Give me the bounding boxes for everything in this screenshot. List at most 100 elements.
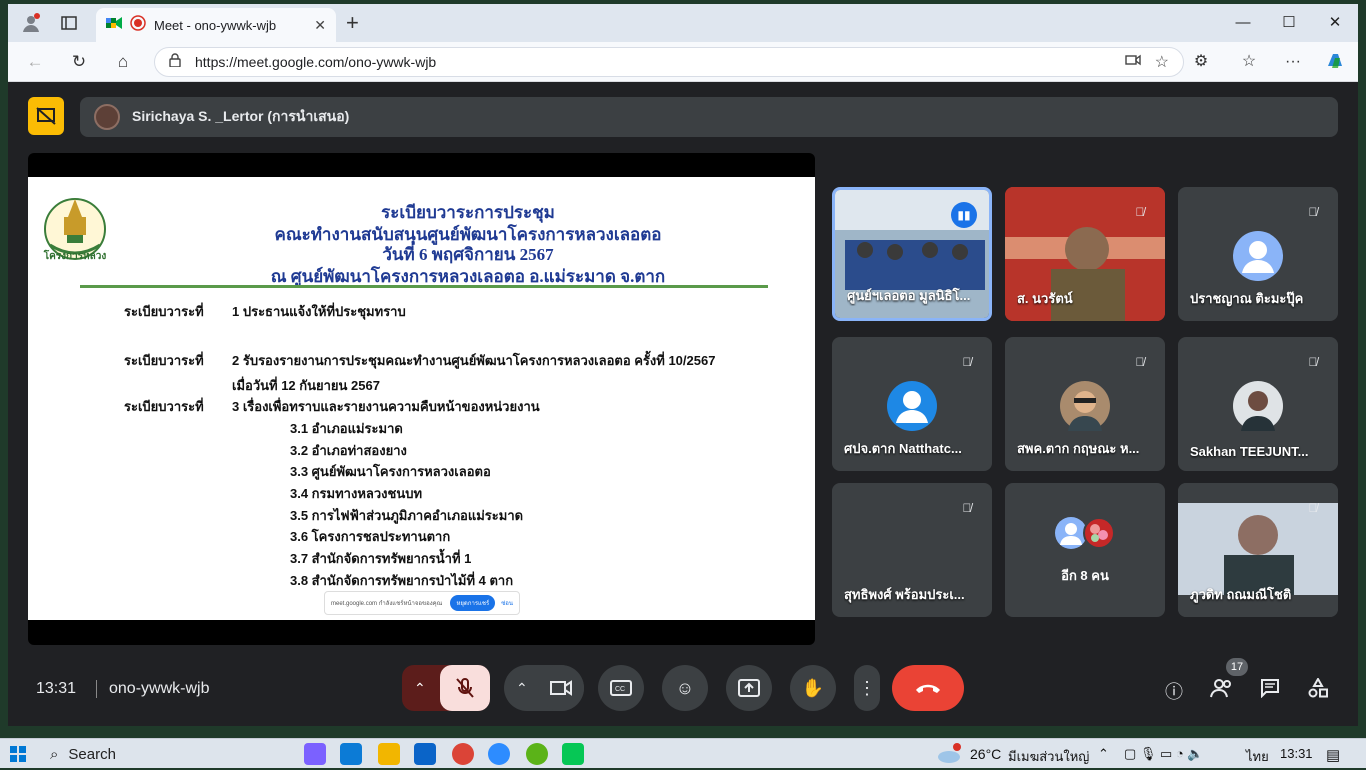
weather-icon — [936, 743, 962, 765]
extensions-icon[interactable]: ⚙ — [1188, 50, 1214, 74]
agenda-text-1: 1 ประธานแจ้งให้ที่ประชุมทราบ — [232, 304, 406, 319]
mic-off-icon: 🎙̸ — [1135, 355, 1145, 369]
participant-name: ศปจ.ตาก Natthatc... — [844, 441, 962, 456]
chat-icon[interactable] — [1256, 678, 1284, 706]
back-button[interactable]: ← — [22, 50, 48, 74]
participant-tile[interactable]: 🎙̸ สพค.ตาก กฤษณะ ห... — [1005, 337, 1165, 471]
participant-name: Sakhan TEEJUNT... — [1190, 444, 1309, 459]
browser-window: Meet - ono-ywwk-wjb ✕ + — ☐ ✕ ← ↻ ⌂ http… — [8, 4, 1358, 726]
more-participants-label: อีก 8 คน — [1061, 568, 1109, 583]
participant-name: สพค.ตาก กฤษณะ ห... — [1017, 441, 1140, 456]
camera-icon — [550, 680, 572, 696]
mic-toggle-button[interactable] — [440, 665, 490, 711]
people-icon[interactable] — [1208, 678, 1236, 706]
recording-icon — [130, 14, 146, 36]
windows-start-icon[interactable] — [10, 746, 26, 767]
participant-tile[interactable]: 🎙̸ สุทธิพงศ์ พร้อมประเ... — [832, 483, 992, 617]
copilot-icon[interactable] — [1322, 50, 1348, 74]
raise-hand-button[interactable]: ✋ — [790, 665, 836, 711]
participant-tile[interactable]: ▮▮ ศูนย์ฯเลอตอ มูลนิธิโ... — [832, 187, 992, 321]
tab-close-icon[interactable]: ✕ — [314, 17, 326, 34]
tray-chevron-icon[interactable]: ⌃ — [1098, 746, 1109, 762]
presentation-slide: โครงการหลวง ระเบียบวาระการประชุม คณะทำงา… — [28, 177, 815, 620]
participant-tile[interactable]: 🎙̸ ส. นวรัตน์ — [1005, 187, 1165, 321]
url-field[interactable]: https://meet.google.com/ono-ywwk-wjb ☆ — [154, 47, 1184, 77]
participant-tile[interactable]: 🎙̸ ภูวดิท ถณมณีโชติ — [1178, 483, 1338, 617]
more-participants-tile[interactable]: อีก 8 คน — [1005, 483, 1165, 617]
mic-options-chevron-icon[interactable]: ⌃ — [414, 680, 426, 697]
tab-actions-icon[interactable] — [58, 12, 80, 34]
participant-tile[interactable]: 🎙̸ ศปจ.ตาก Natthatc... — [832, 337, 992, 471]
meeting-info-icon[interactable]: ⓘ — [1160, 678, 1188, 706]
notice-stop-button[interactable]: หยุดการแชร์ — [450, 595, 496, 611]
logo-text: โครงการหลวง — [43, 251, 107, 262]
home-button[interactable]: ⌂ — [110, 50, 136, 74]
agenda-text-3: 3 เรื่องเพื่อทราบและรายงานความคืบหน้าของ… — [232, 399, 540, 414]
captions-button[interactable]: CC — [598, 665, 644, 711]
participant-tile[interactable]: 🎙̸ Sakhan TEEJUNT... — [1178, 337, 1338, 471]
presentation-view: โครงการหลวง ระเบียบวาระการประชุม คณะทำงา… — [28, 153, 815, 645]
share-notice: meet.google.com กำลังแชร์หน้าจอของคุณ หย… — [324, 591, 520, 615]
participant-name: สุทธิพงศ์ พร้อมประเ... — [844, 587, 965, 602]
copilot-app-icon[interactable] — [304, 743, 326, 765]
file-explorer-icon[interactable] — [378, 743, 400, 765]
reactions-button[interactable]: ☺ — [662, 665, 708, 711]
camera-toggle-button[interactable] — [538, 665, 584, 711]
profile-icon[interactable] — [20, 12, 42, 34]
language-indicator[interactable]: ไทย — [1246, 746, 1269, 767]
mic-off-icon: 🎙̸ — [962, 501, 972, 515]
mic-off-icon: 🎙̸ — [962, 355, 972, 369]
participant-avatar — [1083, 517, 1115, 549]
meet-app: Sirichaya S. _Lertor (การนำเสนอ) โครงการ… — [12, 84, 1354, 726]
leave-call-button[interactable] — [892, 665, 964, 711]
weather-desc[interactable]: มีเมฆส่วนใหญ่ — [1008, 746, 1089, 767]
edge-browser-icon[interactable] — [340, 743, 362, 765]
favorites-icon[interactable]: ☆ — [1236, 50, 1262, 74]
more-options-button[interactable]: ⋮ — [854, 665, 880, 711]
weather-temp[interactable]: 26°C — [970, 746, 1001, 762]
system-clock[interactable]: 13:31 — [1280, 746, 1313, 761]
captions-icon: CC — [610, 680, 632, 696]
zoom-icon[interactable] — [488, 743, 510, 765]
notice-hide-link[interactable]: ซ่อน — [501, 598, 513, 608]
chrome-icon[interactable] — [452, 743, 474, 765]
agenda-text-2b: เมื่อวันที่ 12 กันยายน 2567 — [232, 378, 380, 393]
camera-permission-icon[interactable] — [1124, 53, 1141, 71]
stop-presenting-button[interactable] — [28, 97, 64, 135]
app-icon[interactable] — [526, 743, 548, 765]
participant-tile[interactable]: 🎙̸ ปราชญาณ ติะมะปุ๊ค — [1178, 187, 1338, 321]
mic-off-icon: 🎙̸ — [1135, 205, 1145, 219]
url-text: https://meet.google.com/ono-ywwk-wjb — [195, 54, 437, 70]
more-menu-icon[interactable]: ··· — [1280, 50, 1306, 74]
refresh-button[interactable]: ↻ — [66, 50, 92, 74]
favorite-star-icon[interactable]: ☆ — [1155, 52, 1169, 72]
present-button[interactable] — [726, 665, 772, 711]
camera-options-chevron-icon[interactable]: ⌃ — [516, 680, 528, 697]
participant-count-badge: 17 — [1226, 658, 1248, 676]
mic-off-icon: 🎙̸ — [1308, 205, 1318, 219]
tab-meet[interactable]: Meet - ono-ywwk-wjb ✕ — [96, 8, 336, 42]
minimize-button[interactable]: — — [1220, 10, 1266, 36]
svg-text:CC: CC — [615, 686, 625, 693]
taskbar-search-label: Search — [68, 745, 116, 763]
address-bar: ← ↻ ⌂ https://meet.google.com/ono-ywwk-w… — [8, 42, 1358, 82]
activities-icon[interactable] — [1304, 676, 1332, 706]
mic-control: ⌃ — [402, 665, 490, 711]
sub-item: 3.5 การไฟฟ้าส่วนภูมิภาคอำเภอแม่ระมาด — [290, 508, 524, 523]
participant-name: ส. นวรัตน์ — [1017, 291, 1073, 306]
taskbar-search[interactable]: ⌕ Search — [42, 741, 292, 767]
close-window-button[interactable]: ✕ — [1312, 10, 1358, 36]
emoji-icon: ☺ — [675, 677, 695, 698]
speaking-icon: ▮▮ — [951, 202, 977, 228]
maximize-button[interactable]: ☐ — [1266, 10, 1312, 36]
presenter-avatar — [94, 104, 120, 130]
mail-icon[interactable] — [414, 743, 436, 765]
participant-name: ปราชญาณ ติะมะปุ๊ค — [1190, 291, 1304, 306]
search-icon: ⌕ — [50, 745, 59, 763]
mic-off-icon — [456, 678, 474, 698]
notifications-icon[interactable]: ▤ — [1326, 746, 1340, 764]
camera-control: ⌃ — [504, 665, 584, 711]
tray-app-icons[interactable]: ▢ 🎙 ▭ ◔ 🔈 — [1124, 746, 1204, 762]
new-tab-button[interactable]: + — [346, 12, 359, 34]
line-icon[interactable] — [562, 743, 584, 765]
